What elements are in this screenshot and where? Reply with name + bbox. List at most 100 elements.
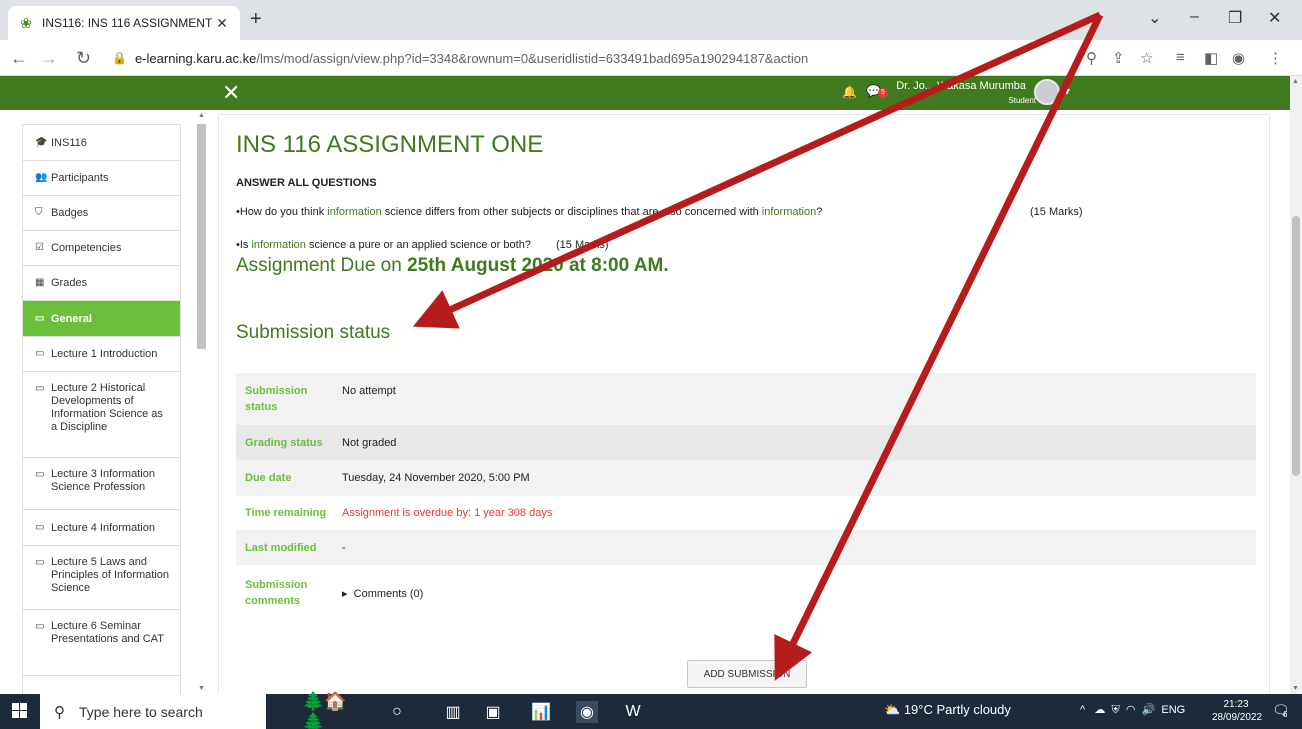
sidebar-item-lecture-5[interactable]: ▭ Lecture 5 Laws and Principles of Infor… <box>23 546 180 610</box>
submission-status-heading: Submission status <box>236 322 391 343</box>
sidebar-scroll-thumb[interactable] <box>197 124 206 349</box>
q2-text: science a pure or an applied science or … <box>305 239 531 251</box>
table-row: Last modified - <box>236 530 1256 565</box>
restore-icon[interactable]: ❐ <box>1228 8 1242 28</box>
menu-kebab-icon[interactable]: ⋮ <box>1268 49 1283 67</box>
system-tray[interactable]: ^ ☁ ⛨ ◠ 🔊 ENG <box>1080 703 1185 717</box>
scroll-down-icon[interactable]: ▼ <box>198 685 205 692</box>
back-icon[interactable]: ← <box>10 48 28 69</box>
sidebar-item-lecture-2[interactable]: ▭ Lecture 2 Historical Developments of I… <box>23 372 180 458</box>
sidebar-item-label: Lecture 4 Information <box>51 522 155 534</box>
reload-icon[interactable]: ↻ <box>76 48 91 69</box>
glossary-link[interactable]: information <box>251 239 305 251</box>
share-icon[interactable]: ⇪ <box>1112 49 1125 67</box>
sidebar-item-competencies[interactable]: ☑ Competencies <box>23 231 180 266</box>
sidebar-item-label: Competencies <box>51 242 122 254</box>
table-row: Submission status No attempt <box>236 373 1256 425</box>
due-date-bold: 25th August 2020 at 8:00 AM. <box>407 255 669 276</box>
sidebar-item-course[interactable]: 🎓 INS116 <box>23 125 180 161</box>
security-icon[interactable]: ⛨ <box>1111 704 1119 716</box>
tab-title: INS116: INS 116 ASSIGNMENT O <box>42 16 214 30</box>
table-row: Submission comments ▸ Comments (0) <box>236 565 1256 621</box>
store-icon[interactable]: ▣ <box>482 701 504 723</box>
url-field[interactable]: 🔒 e-learning.karu.ac.ke/lms/mod/assign/v… <box>112 45 1167 71</box>
sidebar-item-badges[interactable]: ⛉ Badges <box>23 196 180 231</box>
comments-link[interactable]: Comments (0) <box>354 588 424 600</box>
sidebar-item-label: Participants <box>51 172 109 184</box>
sidebar-item-label: Lecture 1 Introduction <box>51 348 158 360</box>
sidebar-item-lecture-1[interactable]: ▭ Lecture 1 Introduction <box>23 337 180 372</box>
user-name[interactable]: Dr. Jo... Wakasa Murumba <box>896 80 1026 92</box>
word-icon[interactable]: W <box>622 701 644 723</box>
users-icon: 👥 <box>35 172 48 183</box>
sidebar-item-lecture-3[interactable]: ▭ Lecture 3 Information Science Professi… <box>23 458 180 510</box>
user-menu-caret-icon[interactable]: ▾ <box>1064 84 1070 98</box>
tab-close-icon[interactable]: ✕ <box>214 15 230 32</box>
moodle-navbar: ✕ 🔔 💬 5 Dr. Jo... Wakasa Murumba Student… <box>0 76 1290 110</box>
chart-app-icon[interactable]: 📊 <box>530 701 552 723</box>
glossary-link[interactable]: information <box>327 206 381 218</box>
reading-list-icon[interactable]: ≡ <box>1176 49 1185 66</box>
chrome-icon[interactable]: ◉ <box>576 701 598 723</box>
tab-search-chevron-icon[interactable]: ⌄ <box>1148 8 1161 28</box>
folder-icon: ▭ <box>35 313 45 324</box>
forward-icon[interactable]: → <box>40 48 58 69</box>
page-scrollbar[interactable]: ▲ ▼ <box>1290 76 1302 694</box>
notification-count: 6 <box>1283 710 1288 719</box>
windows-start-icon[interactable] <box>12 703 28 719</box>
q1-text: •How do you think <box>236 206 328 218</box>
site-favicon-icon: ❀ <box>20 15 32 31</box>
sidebar-item-lecture-6[interactable]: ▭ Lecture 6 Seminar Presentations and CA… <box>23 610 180 676</box>
onedrive-icon[interactable]: ☁ <box>1094 704 1105 716</box>
close-drawer-icon[interactable]: ✕ <box>222 80 240 106</box>
due-prefix: Assignment Due on <box>236 255 408 276</box>
folder-icon: ▭ <box>35 522 45 533</box>
sidebar-item-lecture-4[interactable]: ▭ Lecture 4 Information <box>23 510 180 546</box>
user-avatar[interactable] <box>1034 79 1060 105</box>
clock-date: 28/09/2022 <box>1212 712 1263 723</box>
close-window-icon[interactable]: ✕ <box>1268 8 1281 28</box>
tray-chevron-icon[interactable]: ^ <box>1080 704 1085 716</box>
minimize-icon[interactable]: – <box>1190 8 1199 26</box>
glossary-link[interactable]: information <box>762 206 816 218</box>
sidebar-item-grades[interactable]: ▦ Grades <box>23 266 180 301</box>
sidebar-scrollbar[interactable]: ▲ ▼ <box>196 110 208 694</box>
row-label: Time remaining <box>245 507 327 519</box>
check-square-icon: ☑ <box>35 242 44 253</box>
task-view-icon[interactable]: ▥ <box>442 701 464 723</box>
cortana-icon[interactable]: ○ <box>386 701 408 723</box>
clock-time: 21:23 <box>1223 699 1249 710</box>
row-value: No attempt <box>342 385 396 397</box>
side-panel-icon[interactable]: ◧ <box>1204 49 1218 67</box>
zoom-icon[interactable]: ⚲ <box>1086 49 1097 67</box>
add-submission-button[interactable]: ADD SUBMISSION <box>687 660 807 688</box>
sidebar-item-label: Badges <box>51 207 89 219</box>
page-scroll-thumb[interactable] <box>1292 216 1300 476</box>
sidebar-item-label: INS116 <box>51 137 87 149</box>
q2-marks: (15 Marks) <box>556 239 609 251</box>
language-indicator[interactable]: ENG <box>1161 704 1185 716</box>
taskbar-clock[interactable]: 21:23 28/09/2022 <box>1212 698 1263 724</box>
scroll-down-icon[interactable]: ▼ <box>1292 685 1299 692</box>
wifi-icon[interactable]: ◠ <box>1126 704 1136 716</box>
sidebar-item-general[interactable]: ▭ General <box>23 301 180 337</box>
taskbar-search[interactable]: ⚲ Type here to search <box>40 694 266 729</box>
browser-tab[interactable]: ❀ INS116: INS 116 ASSIGNMENT O ✕ <box>8 6 240 40</box>
profile-avatar-icon[interactable]: ◉ <box>1232 49 1245 67</box>
scroll-up-icon[interactable]: ▲ <box>1292 78 1299 85</box>
comments-toggle[interactable]: ▸ Comments (0) <box>342 587 423 600</box>
new-tab-icon[interactable]: + <box>250 8 262 31</box>
scroll-up-icon[interactable]: ▲ <box>198 112 205 119</box>
sidebar-item-participants[interactable]: 👥 Participants <box>23 161 180 196</box>
question-1: •How do you think information science di… <box>236 206 822 218</box>
folder-icon: ▭ <box>35 621 45 632</box>
folder-icon: ▭ <box>35 557 45 568</box>
bell-icon[interactable]: 🔔 <box>842 85 857 99</box>
volume-icon[interactable]: 🔊 <box>1142 704 1156 716</box>
row-label: Grading status <box>245 436 323 449</box>
news-widget-icon[interactable]: 🌲🏠🌲 <box>302 691 362 729</box>
weather-widget[interactable]: ⛅ 19°C Partly cloudy <box>884 702 1011 718</box>
bookmark-star-icon[interactable]: ☆ <box>1140 49 1153 67</box>
lock-icon: 🔒 <box>112 51 127 65</box>
windows-taskbar: ⚲ Type here to search 🌲🏠🌲 ○ ▥ ▣ 📊 ◉ W ⛅ … <box>0 691 1302 729</box>
